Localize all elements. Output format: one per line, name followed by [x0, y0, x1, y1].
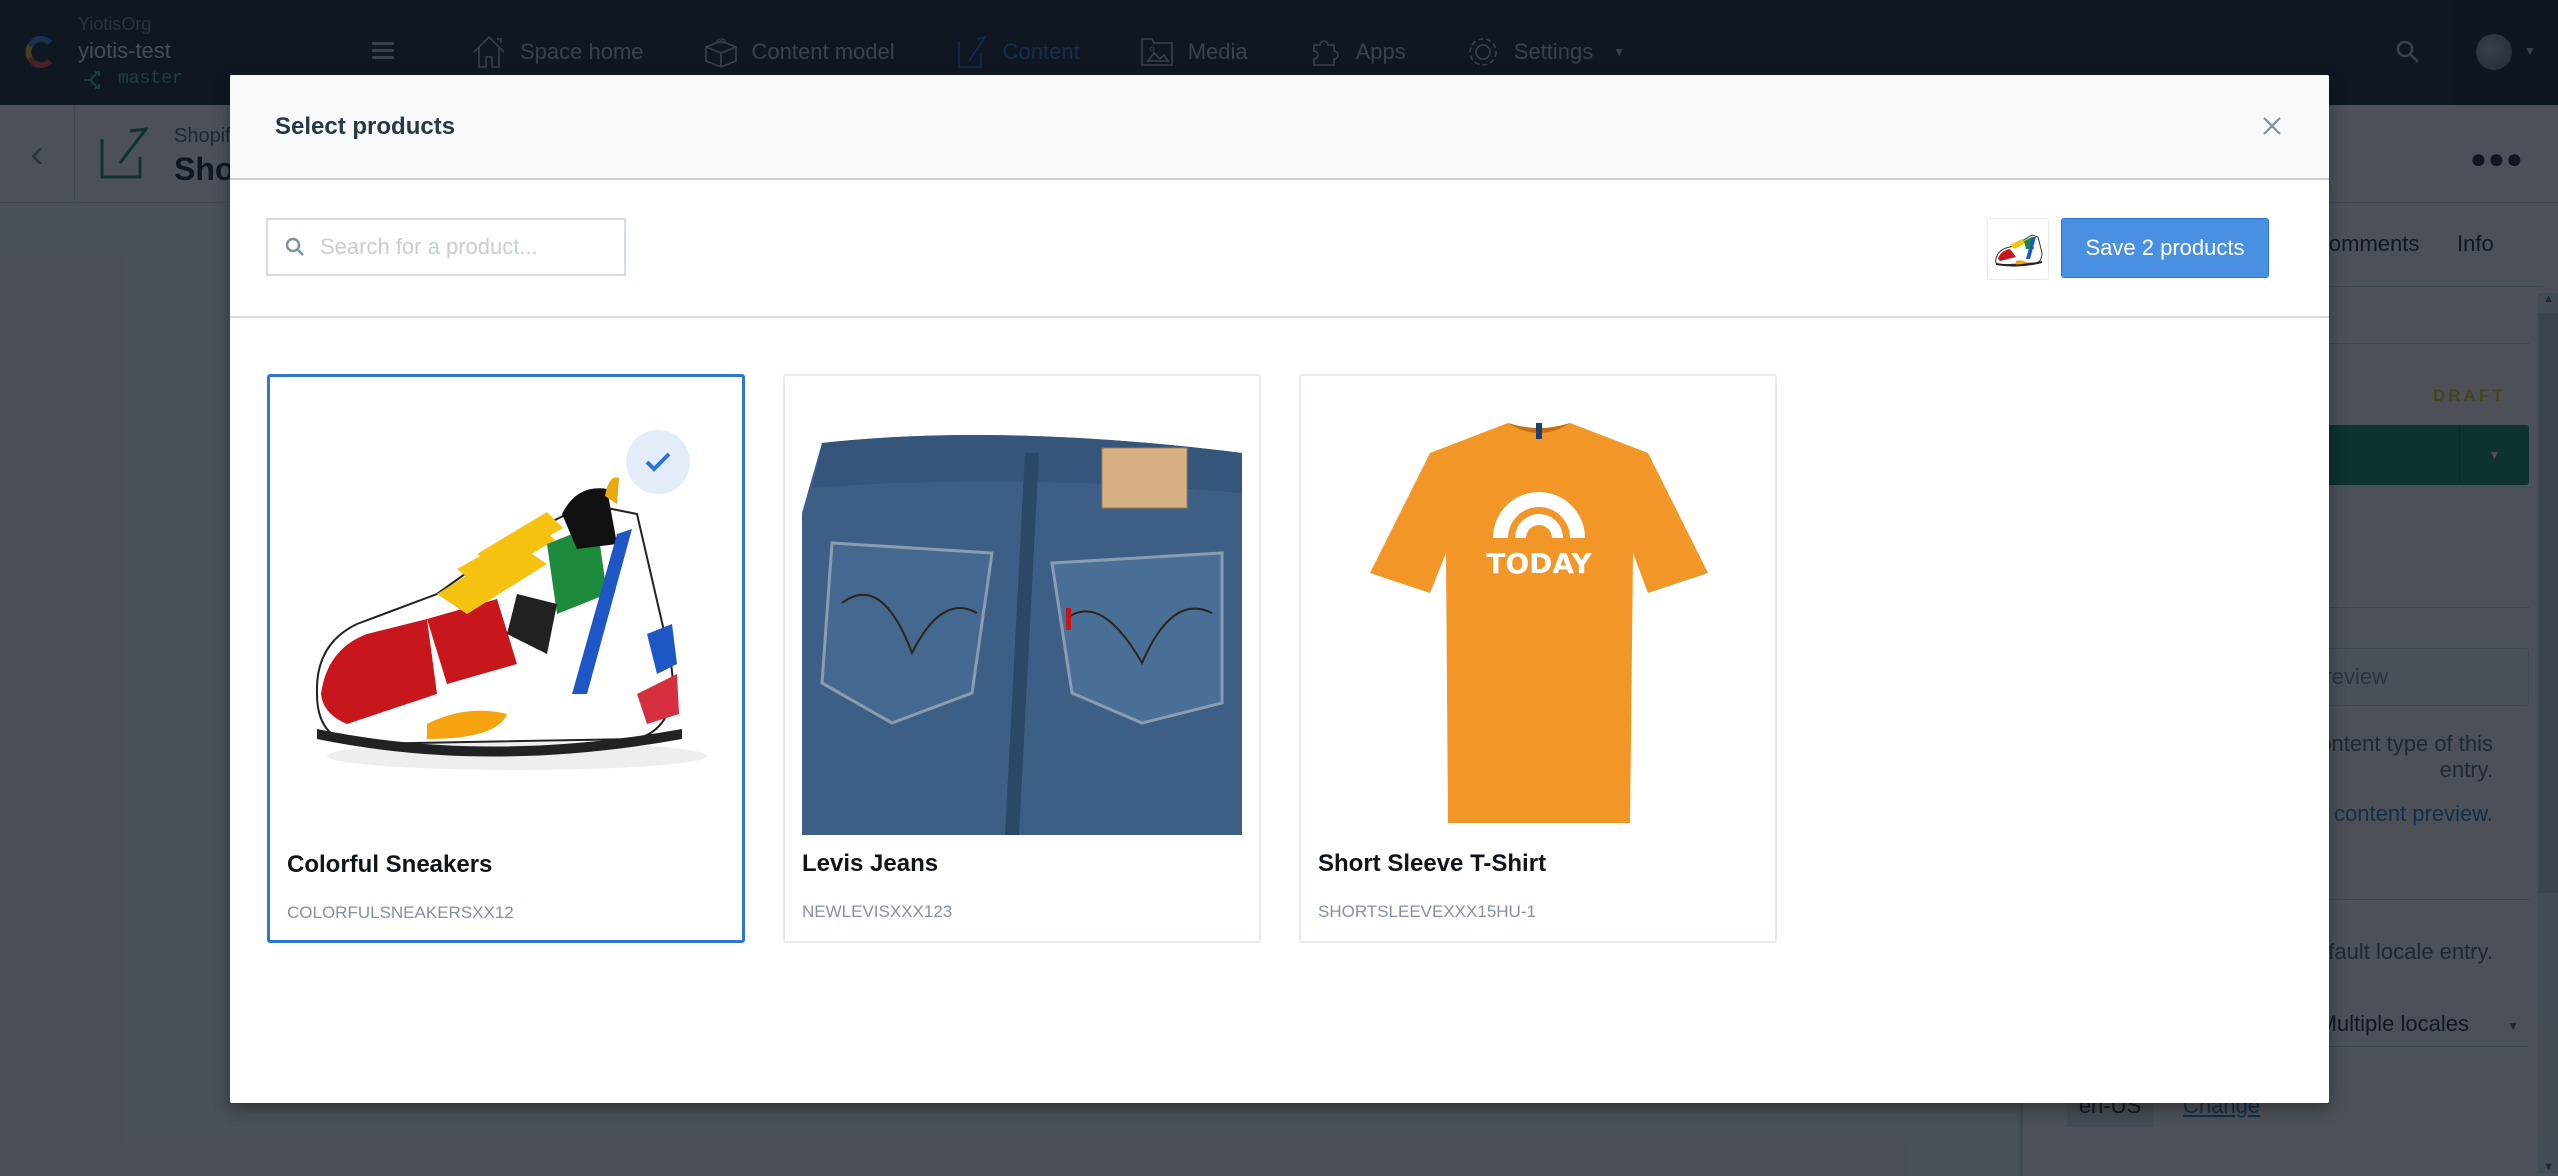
save-products-button[interactable]: Save 2 products: [2061, 218, 2269, 278]
product-sku: NEWLEVISXXX123: [802, 902, 953, 921]
product-search[interactable]: [266, 218, 626, 276]
product-card[interactable]: Colorful Sneakers COLORFULSNEAKERSXX12: [267, 374, 745, 943]
product-name: Levis Jeans: [802, 850, 939, 877]
dialog-title: Select products: [275, 113, 456, 140]
close-icon[interactable]: [2261, 115, 2283, 137]
search-input[interactable]: [320, 234, 620, 260]
jeans-image: [802, 393, 1244, 835]
selected-check-icon: [626, 430, 690, 494]
product-card[interactable]: TODAY Short Sleeve T-Shirt SHORTSLEEVEXX…: [1299, 374, 1777, 943]
dialog-toolbar: Save 2 products: [230, 182, 2329, 318]
select-products-dialog: Select products Save 2 products: [230, 75, 2329, 1103]
tshirt-print-text: TODAY: [1486, 547, 1592, 580]
product-name: Colorful Sneakers: [287, 851, 493, 878]
product-image: [802, 393, 1244, 835]
product-sku: SHORTSLEEVEXXX15HU-1: [1318, 902, 1536, 921]
sneaker-thumbnail-image: [1995, 234, 2043, 267]
product-image: TODAY: [1318, 393, 1760, 835]
search-icon: [285, 237, 304, 256]
dialog-header: Select products: [230, 75, 2329, 180]
selected-product-thumbnail: [1987, 218, 2049, 280]
product-sku: COLORFULSNEAKERSXX12: [287, 903, 514, 922]
tshirt-image: TODAY: [1370, 423, 1708, 823]
product-card[interactable]: Levis Jeans NEWLEVISXXX123: [783, 374, 1261, 943]
product-name: Short Sleeve T-Shirt: [1318, 850, 1547, 877]
